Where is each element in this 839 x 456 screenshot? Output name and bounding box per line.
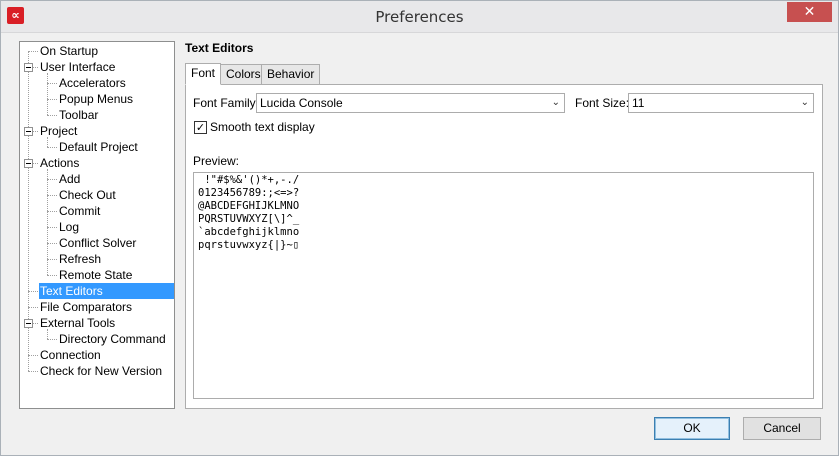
window-title: Preferences [375,8,464,26]
title-bar[interactable]: ∝ Preferences ✕ [1,1,838,33]
tree-item[interactable]: Toolbar [58,107,100,123]
tree-connector [47,243,57,244]
tree-connector [47,211,57,212]
tree-connector [28,51,38,52]
close-icon: ✕ [803,4,816,20]
section-title: Text Editors [185,41,254,55]
font-family-value: Lucida Console [260,96,343,110]
smooth-text-checkbox[interactable]: ✓ [194,121,207,134]
cancel-button[interactable]: Cancel [743,417,821,440]
tree-item[interactable]: Check for New Version [39,363,164,379]
tree-item[interactable]: External Tools [39,315,117,331]
tree-item[interactable]: Default Project [58,139,140,155]
collapse-icon[interactable] [24,319,33,328]
tree-item[interactable]: Add [58,171,82,187]
font-size-dropdown[interactable]: 11 ⌄ [628,93,814,113]
collapse-icon[interactable] [24,159,33,168]
tree-connector [47,147,57,148]
tree-connector [47,83,57,84]
tree-connector [47,195,57,196]
tree-item[interactable]: Connection [39,347,103,363]
tree-connector [47,99,57,100]
preview-line: pqrstuvwxyz{|}~▯ [198,239,300,251]
tree-connector [28,307,38,308]
preview-line: PQRSTUVWXYZ[\]^_ [198,213,300,225]
tree-connector [28,371,38,372]
tab-behavior[interactable]: Behavior [261,64,321,85]
tree-connector [47,179,57,180]
preview-line: 0123456789:;<=>? [198,187,300,199]
font-family-dropdown[interactable]: Lucida Console ⌄ [256,93,565,113]
chevron-down-icon: ⌄ [551,97,560,108]
tree-item[interactable]: Log [58,219,81,235]
collapse-icon[interactable] [24,63,33,72]
tree-connector [47,339,57,340]
tab-font[interactable]: Font [185,63,222,85]
preview-line: @ABCDEFGHIJKLMNO [198,200,300,212]
tree-item[interactable]: Project [39,123,79,139]
tree-connector [47,259,57,260]
tree-item[interactable]: Remote State [58,267,134,283]
checkmark-icon: ✓ [195,121,206,134]
tree-connector [28,355,38,356]
tree-item[interactable]: Directory Command [58,331,168,347]
preview-line: !"#$%&'()*+,-./ [198,174,300,186]
smooth-text-label: Smooth text display [210,120,315,134]
font-preview: !"#$%&'()*+,-./ 0123456789:;<=>? @ABCDEF… [193,172,814,399]
tree-connector [47,329,48,339]
collapse-icon[interactable] [24,127,33,136]
tree-item[interactable]: Popup Menus [58,91,135,107]
ok-button[interactable]: OK [654,417,730,440]
preferences-tree[interactable]: On Startup User Interface Accelerators Popu… [19,41,175,409]
tree-item[interactable]: Refresh [58,251,103,267]
tree-connector [47,73,48,115]
close-button[interactable]: ✕ [787,2,832,22]
tree-item[interactable]: Actions [39,155,81,171]
tree-item[interactable]: On Startup [39,43,100,59]
tree-connector [47,137,48,147]
chevron-down-icon: ⌄ [800,97,809,108]
tree-connector [47,115,57,116]
tree-item[interactable]: Commit [58,203,102,219]
font-size-label: Font Size: [575,96,630,110]
font-size-value: 11 [632,96,645,110]
preview-label: Preview: [193,154,240,168]
tree-item[interactable]: Text Editors [39,283,174,299]
preview-line: `abcdefghijklmno [198,226,300,238]
tree-connector [47,227,57,228]
tree-connector [28,291,38,292]
tree-item[interactable]: Check Out [58,187,118,203]
tree-connector [47,275,57,276]
tree-item[interactable]: User Interface [39,59,117,75]
tree-item[interactable]: Conflict Solver [58,235,138,251]
font-family-label: Font Family: [193,96,260,110]
tab-colors[interactable]: Colors [220,64,267,85]
tree-item[interactable]: Accelerators [58,75,128,91]
tree-item[interactable]: File Comparators [39,299,134,315]
preferences-window: ∝ Preferences ✕ On Startup User Interface… [0,0,839,456]
